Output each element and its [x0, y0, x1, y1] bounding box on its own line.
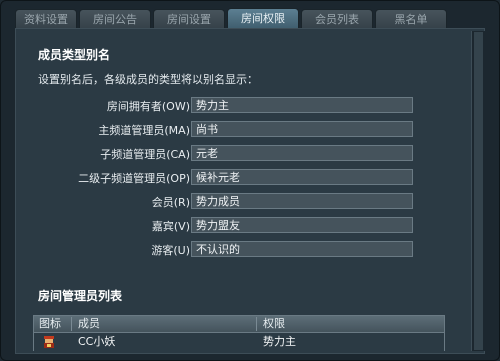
tab-blacklist[interactable]: 黑名单 — [375, 9, 447, 28]
alias-input-second-sub-admin[interactable] — [191, 169, 413, 185]
room-settings-window: 资料设置 房间公告 房间设置 房间权限 会员列表 黑名单 成员类型别名 设置别名… — [0, 0, 500, 361]
alias-input-owner[interactable] — [191, 97, 413, 113]
column-divider[interactable] — [71, 317, 72, 331]
alias-label-sub-admin: 子频道管理员(CA) — [100, 148, 190, 161]
alias-label-member: 会员(R) — [151, 196, 190, 209]
table-row[interactable]: CC小妖 势力主 — [33, 333, 445, 351]
column-divider[interactable] — [256, 317, 257, 331]
column-header-icon[interactable]: 图标 — [39, 316, 61, 332]
alias-label-main-admin: 主频道管理员(MA) — [98, 124, 190, 137]
permissions-panel: 成员类型别名 设置别名后，各级成员的类型将以别名显示： 房间拥有者(OW) 主频… — [15, 28, 485, 354]
panel-scrollbar[interactable] — [471, 31, 485, 351]
column-header-member[interactable]: 成员 — [78, 316, 100, 332]
tab-profile-settings[interactable]: 资料设置 — [15, 9, 77, 28]
admin-permission: 势力主 — [263, 335, 296, 348]
tab-room-announcement[interactable]: 房间公告 — [79, 9, 151, 28]
alias-input-visitor[interactable] — [191, 241, 413, 257]
tab-bar: 资料设置 房间公告 房间设置 房间权限 会员列表 黑名单 — [15, 8, 495, 29]
alias-input-guest[interactable] — [191, 217, 413, 233]
tab-room-settings[interactable]: 房间设置 — [153, 9, 225, 28]
admin-member-name: CC小妖 — [78, 335, 116, 348]
admin-list-title: 房间管理员列表 — [38, 289, 123, 303]
alias-label-guest: 嘉宾(V) — [151, 220, 190, 233]
alias-input-sub-admin[interactable] — [191, 145, 413, 161]
member-avatar-icon — [44, 336, 54, 348]
alias-input-member[interactable] — [191, 193, 413, 209]
alias-description: 设置别名后，各级成员的类型将以别名显示： — [38, 73, 258, 86]
alias-label-visitor: 游客(U) — [151, 244, 190, 257]
tab-member-list[interactable]: 会员列表 — [301, 9, 373, 28]
admin-table-header: 图标 成员 权限 — [33, 315, 445, 333]
alias-section-title: 成员类型别名 — [38, 48, 111, 62]
tab-room-permissions[interactable]: 房间权限 — [227, 8, 299, 29]
alias-input-main-admin[interactable] — [191, 121, 413, 137]
column-header-permission[interactable]: 权限 — [263, 316, 285, 332]
scrollbar-thumb[interactable] — [474, 32, 483, 350]
alias-label-second-sub-admin: 二级子频道管理员(OP) — [78, 172, 190, 185]
alias-label-owner: 房间拥有者(OW) — [106, 100, 190, 113]
